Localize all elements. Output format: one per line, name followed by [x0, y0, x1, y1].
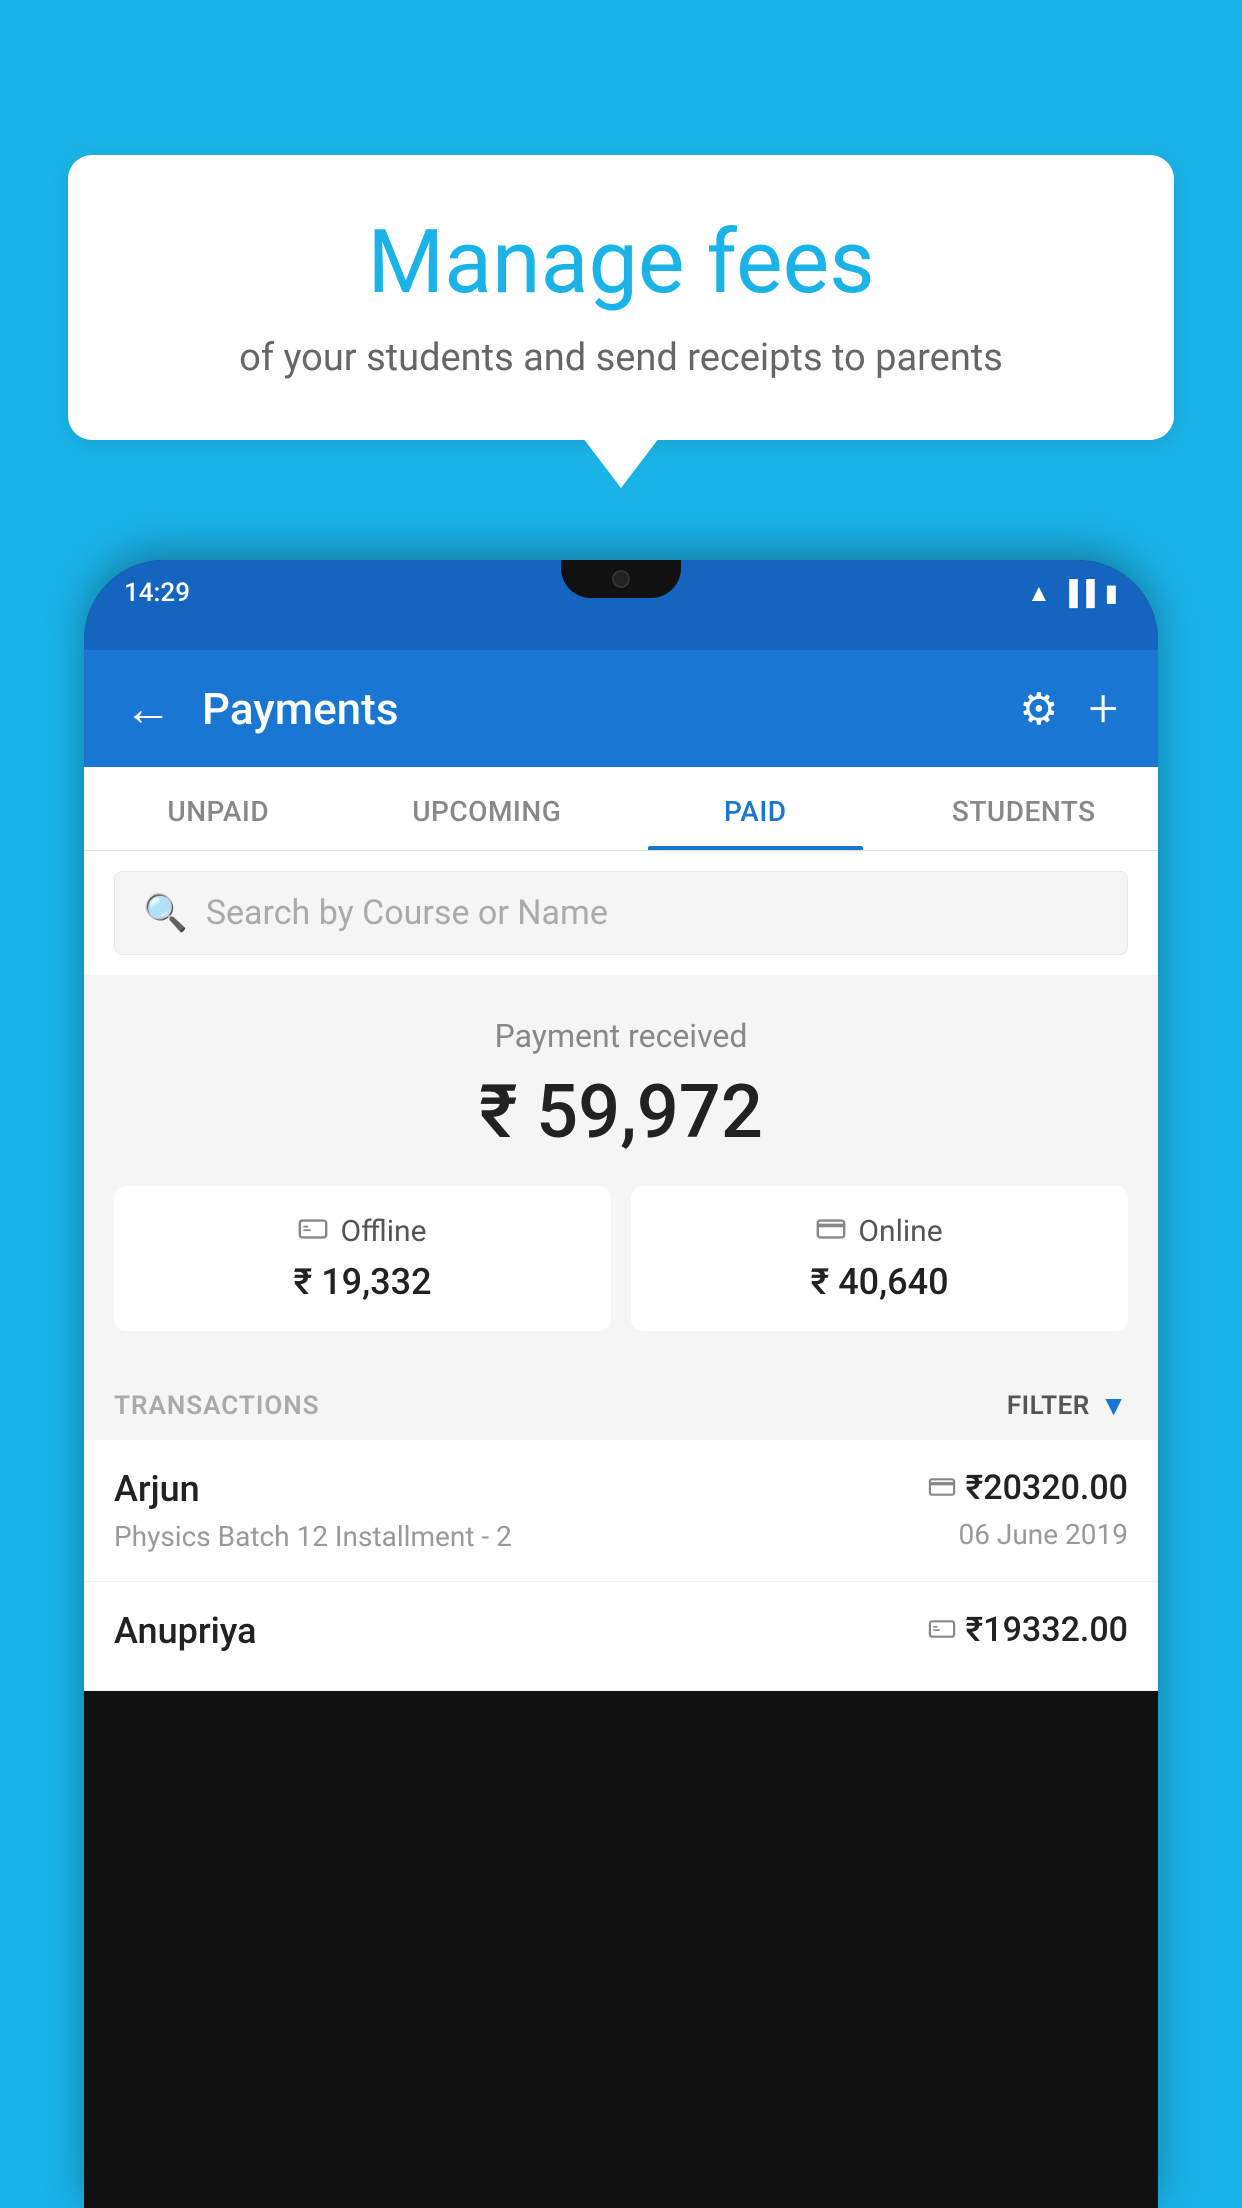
tab-paid[interactable]: PAID — [621, 767, 890, 850]
transactions-list: Arjun Physics Batch 12 Installment - 2 ₹… — [84, 1440, 1158, 1691]
online-label: Online — [858, 1214, 942, 1249]
txn-amount-row: ₹20320.00 — [928, 1468, 1128, 1508]
search-placeholder: Search by Course or Name — [206, 893, 608, 933]
transactions-label: TRANSACTIONS — [114, 1391, 320, 1421]
payment-cards: Offline ₹ 19,332 Online — [114, 1186, 1128, 1331]
offline-label: Offline — [340, 1214, 426, 1249]
bubble-subtitle: of your students and send receipts to pa… — [118, 332, 1124, 385]
speech-bubble: Manage fees of your students and send re… — [68, 155, 1174, 440]
offline-payment-card: Offline ₹ 19,332 — [114, 1186, 611, 1331]
app-header: ← Payments ⚙ + — [84, 650, 1158, 767]
txn-left-anupriya: Anupriya — [114, 1610, 928, 1662]
online-icon — [816, 1214, 846, 1249]
wifi-icon: ▲ — [1027, 579, 1051, 608]
status-time: 14:29 — [124, 578, 190, 608]
filter-icon: ▼ — [1100, 1389, 1128, 1422]
offline-amount: ₹ 19,332 — [134, 1261, 591, 1303]
search-icon: 🔍 — [143, 892, 188, 934]
battery-icon: ▮ — [1105, 579, 1118, 607]
camera — [612, 570, 630, 588]
txn-amount: ₹19332.00 — [966, 1610, 1128, 1650]
settings-icon[interactable]: ⚙ — [1019, 683, 1058, 735]
offline-card-header: Offline — [134, 1214, 591, 1249]
phone-frame: 14:29 ▲ ▐▐ ▮ ← Payments ⚙ + UNPAID UPCOM… — [84, 560, 1158, 2208]
payment-summary: Payment received ₹ 59,972 Offline — [84, 977, 1158, 1361]
txn-payment-icon-cash — [928, 1614, 956, 1647]
txn-date: 06 June 2019 — [928, 1518, 1128, 1551]
online-amount: ₹ 40,640 — [651, 1261, 1108, 1303]
filter-button[interactable]: FILTER ▼ — [1007, 1389, 1128, 1422]
online-card-header: Online — [651, 1214, 1108, 1249]
offline-icon — [298, 1214, 328, 1249]
search-bar[interactable]: 🔍 Search by Course or Name — [114, 871, 1128, 955]
txn-detail: Physics Batch 12 Installment - 2 — [114, 1520, 928, 1553]
tab-unpaid[interactable]: UNPAID — [84, 767, 353, 850]
page-title: Payments — [202, 683, 989, 735]
tab-upcoming[interactable]: UPCOMING — [353, 767, 622, 850]
transaction-row[interactable]: Anupriya ₹19332.00 — [84, 1582, 1158, 1691]
tab-students[interactable]: STUDENTS — [890, 767, 1159, 850]
status-icons: ▲ ▐▐ ▮ — [1027, 579, 1118, 608]
tabs-bar: UNPAID UPCOMING PAID STUDENTS — [84, 767, 1158, 851]
transactions-header: TRANSACTIONS FILTER ▼ — [84, 1361, 1158, 1440]
filter-label: FILTER — [1007, 1391, 1090, 1421]
online-payment-card: Online ₹ 40,640 — [631, 1186, 1128, 1331]
txn-amount-row: ₹19332.00 — [928, 1610, 1128, 1650]
bubble-title: Manage fees — [118, 215, 1124, 312]
txn-name: Anupriya — [114, 1610, 928, 1652]
txn-amount: ₹20320.00 — [966, 1468, 1128, 1508]
transaction-row[interactable]: Arjun Physics Batch 12 Installment - 2 ₹… — [84, 1440, 1158, 1582]
phone-notch — [561, 560, 681, 598]
payment-received-label: Payment received — [114, 1017, 1128, 1055]
payment-total-amount: ₹ 59,972 — [114, 1069, 1128, 1156]
txn-right-arjun: ₹20320.00 06 June 2019 — [928, 1468, 1128, 1551]
app-content: 🔍 Search by Course or Name Payment recei… — [84, 851, 1158, 1691]
search-container: 🔍 Search by Course or Name — [84, 851, 1158, 975]
txn-name: Arjun — [114, 1468, 928, 1510]
add-button[interactable]: + — [1089, 678, 1118, 739]
txn-left-arjun: Arjun Physics Batch 12 Installment - 2 — [114, 1468, 928, 1553]
status-bar-area: 14:29 ▲ ▐▐ ▮ — [84, 560, 1158, 650]
txn-payment-icon — [928, 1472, 956, 1505]
signal-icon: ▐▐ — [1061, 579, 1095, 608]
txn-right-anupriya: ₹19332.00 — [928, 1610, 1128, 1660]
header-actions: ⚙ + — [1019, 678, 1118, 739]
back-button[interactable]: ← — [124, 685, 172, 733]
